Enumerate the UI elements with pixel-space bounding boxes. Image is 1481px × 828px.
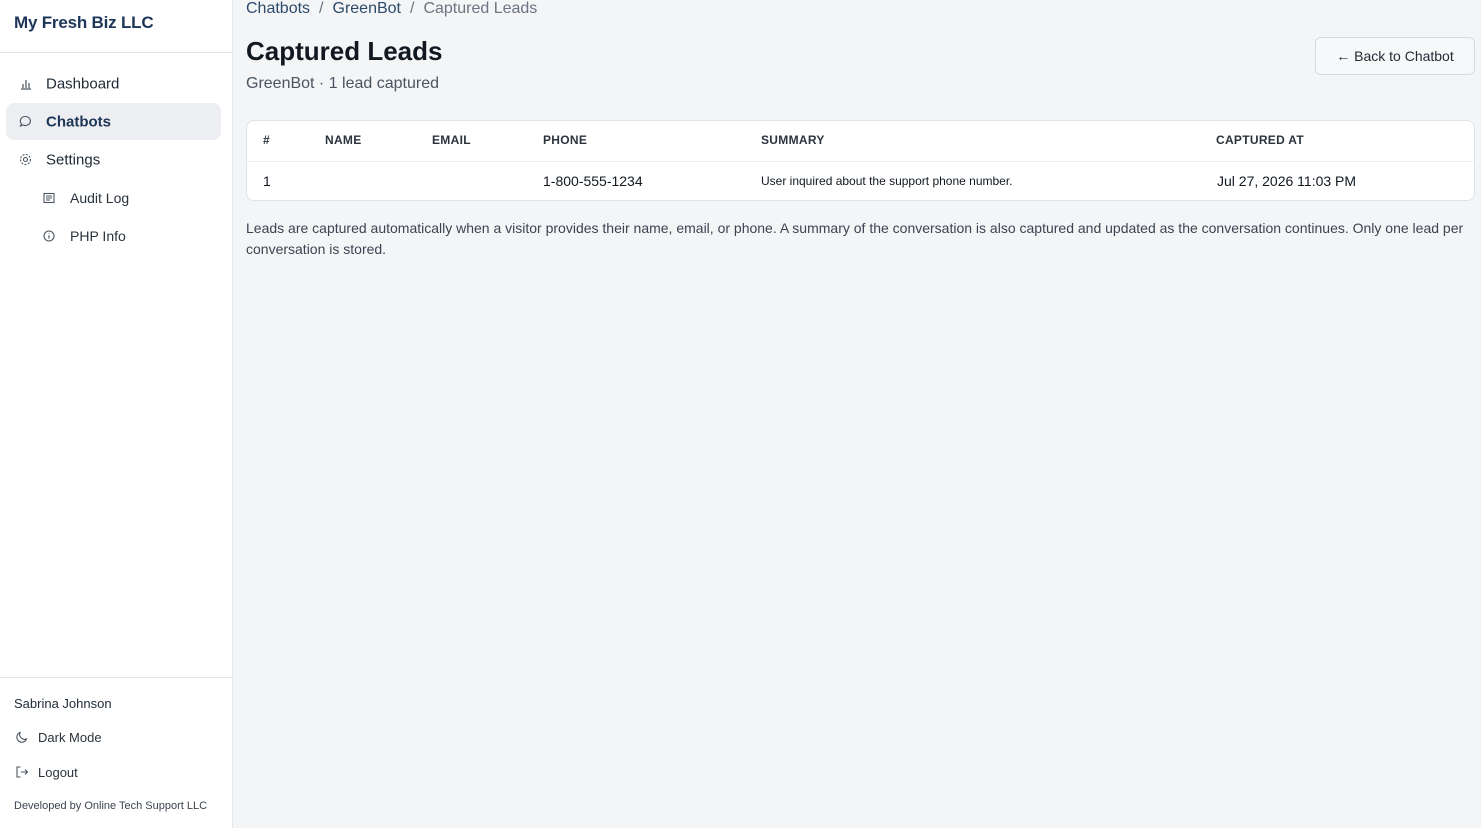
moon-icon — [14, 729, 30, 745]
breadcrumb: Chatbots / GreenBot / Captured Leads — [246, 0, 537, 18]
cell-summary: User inquired about the support phone nu… — [761, 174, 1013, 188]
breadcrumb-chatbots[interactable]: Chatbots — [246, 0, 310, 17]
divider — [0, 677, 233, 678]
logout-icon — [14, 764, 30, 780]
divider — [247, 161, 1474, 162]
page-title: Captured Leads — [246, 36, 443, 66]
bar-chart-icon — [19, 77, 33, 91]
divider — [0, 52, 233, 53]
leads-table: # NAME EMAIL PHONE SUMMARY CAPTURED AT 1… — [246, 120, 1475, 201]
column-header-email: EMAIL — [432, 133, 471, 147]
sidebar-item-chatbots[interactable]: Chatbots — [6, 103, 221, 140]
brand-title[interactable]: My Fresh Biz LLC — [14, 13, 154, 33]
breadcrumb-separator: / — [319, 0, 324, 17]
breadcrumb-separator: / — [409, 0, 415, 17]
cell-phone: 1-800-555-1234 — [543, 173, 643, 189]
sidebar-item-audit-log[interactable]: Audit Log — [6, 179, 221, 216]
info-text: Leads are captured automatically when a … — [246, 220, 1464, 257]
sidebar-item-label: Dashboard — [46, 75, 120, 92]
logout-label: Logout — [38, 764, 78, 780]
info-icon — [42, 229, 56, 243]
dark-mode-label: Dark Mode — [38, 729, 102, 745]
chat-bubble-icon — [18, 115, 32, 129]
page-subtitle: GreenBot · 1 lead captured — [246, 75, 440, 92]
logout-button[interactable]: Logout — [14, 762, 78, 782]
column-header-summary: SUMMARY — [761, 133, 825, 147]
user-name: Sabrina Johnson — [14, 696, 112, 711]
column-header-captured-at: CAPTURED AT — [1216, 133, 1304, 147]
sidebar-item-php-info[interactable]: PHP Info — [6, 217, 221, 254]
sidebar-item-settings[interactable]: Settings — [6, 141, 221, 178]
dark-mode-toggle[interactable]: Dark Mode — [14, 727, 102, 747]
cell-number: 1 — [263, 173, 271, 189]
breadcrumb-current: Captured Leads — [423, 0, 538, 17]
sidebar-item-dashboard[interactable]: Dashboard — [6, 65, 221, 102]
breadcrumb-greenbot[interactable]: GreenBot — [333, 0, 401, 17]
column-header-name: NAME — [325, 133, 362, 147]
gear-icon — [18, 153, 32, 167]
list-icon — [42, 191, 56, 205]
sidebar: My Fresh Biz LLC Dashboard Chatbots Sett… — [0, 0, 233, 828]
sidebar-item-label: PHP Info — [70, 227, 126, 244]
column-header-number: # — [263, 133, 270, 147]
cell-captured-at: Jul 27, 2026 11:03 PM — [1217, 173, 1357, 189]
developer-credit: Developed by Online Tech Support LLC — [14, 800, 208, 812]
column-header-phone: PHONE — [543, 133, 588, 147]
sidebar-item-label: Settings — [46, 151, 101, 168]
sidebar-item-label: Chatbots — [46, 113, 111, 130]
back-to-chatbot-button[interactable]: ← Back to Chatbot — [1315, 37, 1475, 75]
sidebar-item-label: Audit Log — [70, 189, 130, 206]
